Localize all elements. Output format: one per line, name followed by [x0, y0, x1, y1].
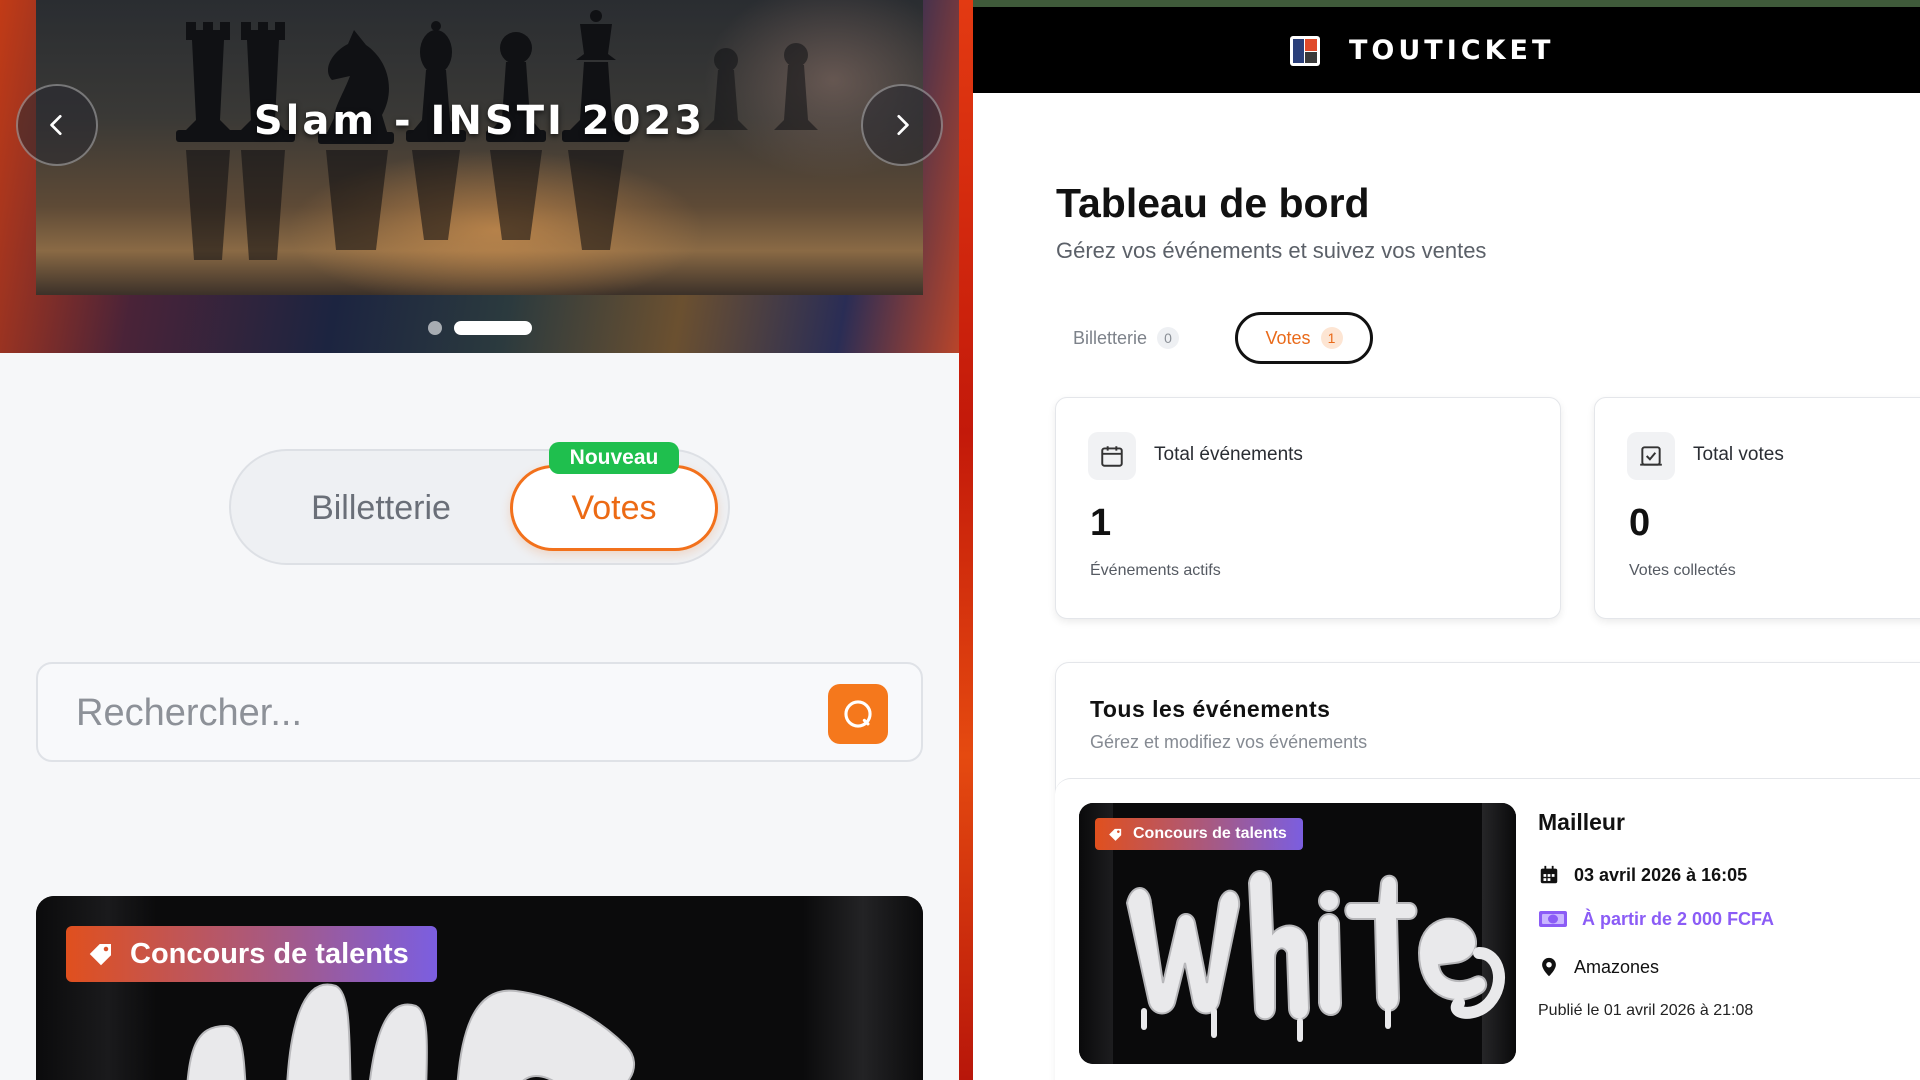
event-date-text: 03 avril 2026 à 16:05 [1574, 864, 1748, 885]
event-published-date: Publié le 01 avril 2026 à 21:08 [1538, 1002, 1754, 1019]
chevron-right-icon [897, 114, 909, 136]
category-tag-label: Concours de talents [130, 937, 409, 970]
tag-icon [89, 944, 111, 966]
search-input[interactable] [76, 684, 796, 742]
stat-value: 0 [1629, 502, 1651, 544]
category-tag: Concours de talents [66, 926, 437, 982]
tab-votes[interactable]: Votes 1 [1235, 312, 1373, 364]
calendar-icon [1088, 432, 1136, 480]
event-price: À partir de 2 000 FCFA [1538, 908, 1774, 930]
carousel-dots [0, 321, 959, 335]
search-bar [36, 662, 923, 762]
brand-logo-icon [1290, 36, 1320, 66]
event-card-image[interactable] [36, 896, 923, 1080]
top-navbar: TOUTICKET [973, 7, 1920, 93]
carousel-dot-2[interactable] [453, 321, 532, 335]
stat-caption: Événements actifs [1090, 562, 1221, 579]
event-name[interactable]: Mailleur [1538, 809, 1625, 836]
hero-carousel: Slam - INSTI 2023 [0, 0, 959, 353]
switch-billetterie[interactable]: Billetterie [261, 465, 501, 551]
white-graffiti-artwork [186, 983, 636, 1080]
event-location: Amazones [1538, 955, 1659, 979]
event-price-text: À partir de 2 000 FCFA [1582, 908, 1775, 929]
left-pane: Slam - INSTI 2023 Nouveau Billetterie Vo… [0, 0, 959, 1080]
hero-title: Slam - INSTI 2023 [253, 98, 706, 144]
events-section-subtitle: Gérez et modifiez vos événements [1090, 732, 1368, 752]
tab-votes-label: Votes [1265, 327, 1311, 348]
stat-label: Total votes [1693, 444, 1784, 465]
calendar-icon [1540, 865, 1558, 884]
checkbox-icon [1627, 432, 1675, 480]
chess-pieces-illustration [176, 10, 818, 260]
stat-card-votes: Total votes 0 Votes collectés [1594, 397, 1920, 619]
brand-name[interactable]: TOUTICKET [1349, 35, 1554, 66]
stat-caption: Votes collectés [1629, 562, 1736, 579]
map-pin-icon [1542, 957, 1556, 977]
panel-divider [959, 0, 973, 1080]
event-category-tag: Concours de talents [1095, 818, 1303, 850]
search-button[interactable] [828, 684, 888, 744]
stat-card-events: Total événements 1 Événements actifs [1055, 397, 1561, 619]
page-subtitle: Gérez vos événements et suivez vos vente… [1056, 238, 1487, 263]
carousel-prev-button[interactable] [16, 84, 98, 166]
switch-votes[interactable]: Votes [510, 465, 718, 551]
stat-label: Total événements [1154, 444, 1303, 465]
tag-icon [1109, 828, 1122, 841]
carousel-next-button[interactable] [861, 84, 943, 166]
event-category-label: Concours de talents [1133, 825, 1287, 842]
tab-billetterie-count: 0 [1157, 327, 1180, 349]
tab-votes-count: 1 [1320, 327, 1343, 349]
event-location-text: Amazones [1574, 956, 1660, 977]
right-pane: TOUTICKET Tableau de bord Gérez vos évén… [973, 0, 1920, 1080]
new-badge: Nouveau [549, 442, 679, 474]
events-section-title: Tous les événements [1090, 696, 1331, 722]
hero-slide-image [36, 0, 923, 295]
carousel-dot-1[interactable] [427, 321, 442, 335]
page-title: Tableau de bord [1056, 180, 1370, 226]
money-bill-icon [1539, 911, 1567, 927]
search-icon [844, 700, 872, 728]
chevron-left-icon [50, 114, 62, 136]
tab-billetterie-label: Billetterie [1073, 327, 1148, 348]
tab-billetterie[interactable]: Billetterie 0 [1073, 312, 1180, 364]
event-date: 03 avril 2026 à 16:05 [1538, 864, 1747, 886]
stat-value: 1 [1090, 502, 1112, 544]
